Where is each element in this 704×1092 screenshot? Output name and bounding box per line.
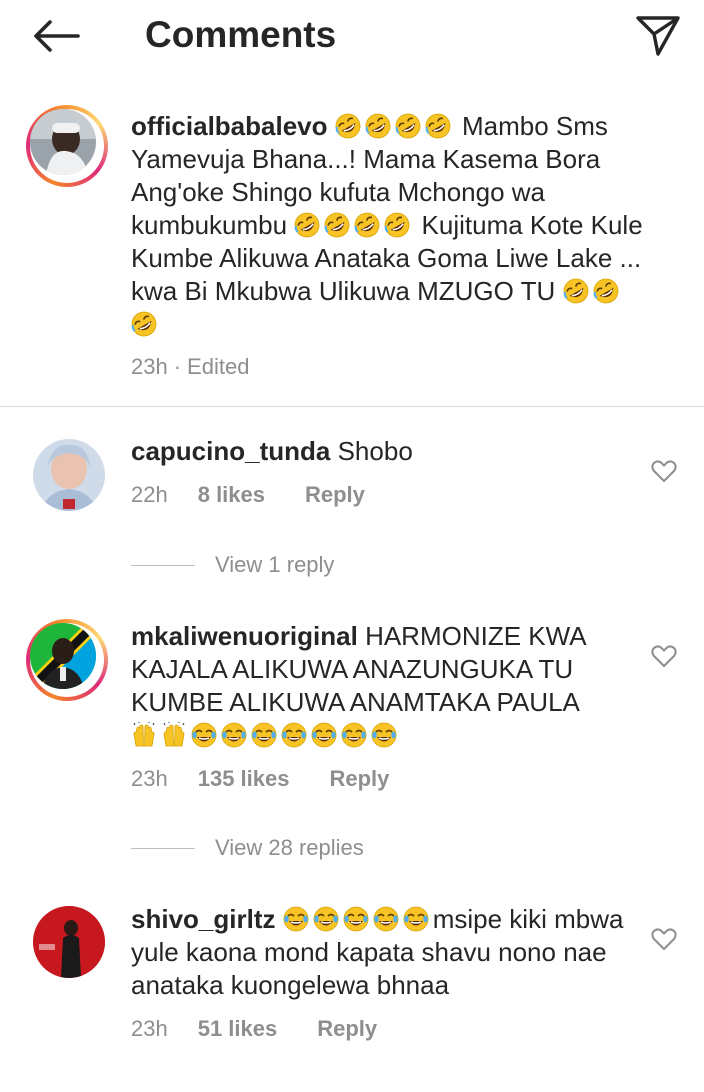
reply-button[interactable]: Reply <box>305 482 365 508</box>
reply-button[interactable]: Reply <box>317 1016 377 1042</box>
avatar-photo <box>30 623 96 689</box>
commenter-avatar[interactable] <box>33 439 105 511</box>
commenter-avatar[interactable] <box>26 619 108 701</box>
comment-time: 23h <box>131 1016 168 1041</box>
comment-time: 23h <box>131 766 168 791</box>
comment-text: capucino_tunda Shobo <box>131 435 651 468</box>
back-arrow-icon <box>34 20 80 52</box>
joy-emoji-icon <box>341 722 367 748</box>
rofl-emoji-icon <box>294 212 320 238</box>
heart-icon[interactable] <box>650 457 678 485</box>
joy-emoji-icon <box>403 906 429 932</box>
avatar-photo <box>30 109 96 175</box>
joy-emoji-icon <box>283 906 309 932</box>
rofl-emoji-icon <box>324 212 350 238</box>
joy-emoji-icon <box>221 722 247 748</box>
raising-hands-emoji-icon <box>161 722 187 748</box>
comment-username[interactable]: shivo_girltz <box>131 904 275 934</box>
page-title: Comments <box>145 14 337 55</box>
caption-divider <box>0 406 704 407</box>
comment-text: shivo_girltz msipe kiki mbwa yule kaona … <box>131 903 651 1002</box>
comment-likes[interactable]: 51 likes <box>198 1016 278 1042</box>
view-replies-label: View 1 reply <box>215 552 335 577</box>
rofl-emoji-icon <box>425 113 451 139</box>
heart-icon[interactable] <box>650 925 678 953</box>
comment-likes[interactable]: 135 likes <box>198 766 290 792</box>
share-button[interactable] <box>628 10 688 62</box>
joy-emoji-icon <box>311 722 337 748</box>
comment-time: 22h <box>131 482 168 507</box>
comment-username[interactable]: capucino_tunda <box>131 436 330 466</box>
view-replies-button[interactable]: View 28 replies <box>131 835 364 861</box>
comment-body: Shobo <box>337 436 413 466</box>
rofl-emoji-icon <box>131 311 157 337</box>
comment-username[interactable]: mkaliwenuoriginal <box>131 621 358 651</box>
caption-username[interactable]: officialbabalevo <box>131 111 328 141</box>
caption-edited: Edited <box>187 354 250 379</box>
joy-emoji-icon <box>343 906 369 932</box>
view-replies-label: View 28 replies <box>215 835 364 860</box>
view-replies-button[interactable]: View 1 reply <box>131 552 334 578</box>
caption-meta: 23h · Edited <box>131 354 249 380</box>
joy-emoji-icon <box>373 906 399 932</box>
rofl-emoji-icon <box>335 113 361 139</box>
raising-hands-emoji-icon <box>131 722 157 748</box>
top-bar: Comments <box>0 0 704 72</box>
rofl-emoji-icon <box>384 212 410 238</box>
comment-likes[interactable]: 8 likes <box>198 482 265 508</box>
replies-line <box>131 564 195 566</box>
caption-text: officialbabalevo Mambo Sms Yamevuja Bhan… <box>131 110 651 341</box>
heart-icon[interactable] <box>650 642 678 670</box>
send-direct-icon <box>636 16 680 56</box>
comment-meta: 22h 8 likes Reply <box>131 482 365 508</box>
comment-text: mkaliwenuoriginal HARMONIZE KWA KAJALA A… <box>131 620 631 752</box>
joy-emoji-icon <box>191 722 217 748</box>
reply-button[interactable]: Reply <box>329 766 389 792</box>
joy-emoji-icon <box>281 722 307 748</box>
rofl-emoji-icon <box>593 278 619 304</box>
comment-meta: 23h 51 likes Reply <box>131 1016 377 1042</box>
joy-emoji-icon <box>251 722 277 748</box>
joy-emoji-icon <box>313 906 339 932</box>
rofl-emoji-icon <box>563 278 589 304</box>
joy-emoji-icon <box>371 722 397 748</box>
back-button[interactable] <box>28 14 84 58</box>
commenter-avatar[interactable] <box>33 906 105 978</box>
comment-meta: 23h 135 likes Reply <box>131 766 389 792</box>
rofl-emoji-icon <box>365 113 391 139</box>
rofl-emoji-icon <box>395 113 421 139</box>
caption-time: 23h <box>131 354 168 379</box>
meta-separator: · <box>173 354 182 379</box>
caption-avatar[interactable] <box>26 105 108 187</box>
rofl-emoji-icon <box>354 212 380 238</box>
replies-line <box>131 847 195 849</box>
